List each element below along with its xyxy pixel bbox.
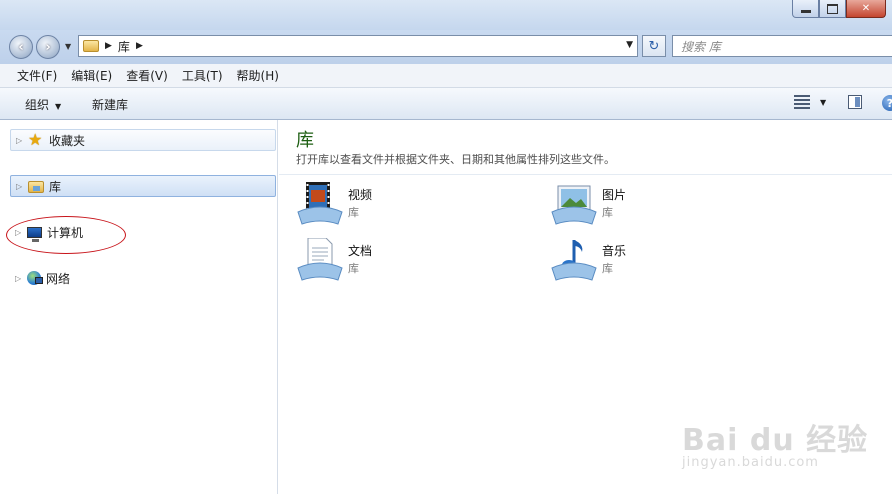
page-title: 库 — [296, 130, 314, 151]
forward-button[interactable]: › — [36, 35, 60, 59]
preview-pane-button[interactable] — [848, 95, 862, 109]
library-item-videos[interactable]: 视频 库 — [296, 182, 536, 232]
command-bar: 组织 ▼ 新建库 ▼ ? — [0, 88, 892, 120]
videos-library-icon — [297, 182, 343, 225]
library-type: 库 — [348, 262, 359, 275]
refresh-button[interactable]: ↻ — [642, 35, 666, 57]
window-controls: ✕ — [792, 0, 886, 20]
library-name: 图片 — [602, 188, 627, 202]
menu-bar: 文件(F) 编辑(E) 查看(V) 工具(T) 帮助(H) — [0, 64, 892, 88]
preview-pane-icon — [848, 95, 862, 109]
library-type: 库 — [348, 206, 359, 219]
minimize-button[interactable] — [792, 0, 819, 18]
nav-item-libraries[interactable]: ▷ 库 — [10, 175, 276, 197]
views-icon — [794, 95, 810, 109]
minimize-icon — [800, 10, 811, 13]
library-name: 视频 — [348, 188, 373, 202]
address-bar[interactable]: ▶ 库 ▶ ▼ — [78, 35, 638, 57]
annotation-ellipse — [6, 216, 126, 254]
expand-arrow-icon[interactable]: ▷ — [16, 182, 24, 191]
refresh-icon: ↻ — [648, 38, 660, 54]
recent-pages-dropdown[interactable]: ▼ — [65, 42, 71, 51]
nav-item-network[interactable]: ▷ 网络 — [10, 267, 276, 289]
address-row: ‹ › ▼ ▶ 库 ▶ ▼ ↻ 搜索 库 — [0, 30, 892, 64]
favorites-star-icon: ★ — [28, 130, 43, 149]
library-item-documents[interactable]: 文档 库 — [296, 238, 536, 288]
nav-item-label: 网络 — [46, 271, 71, 286]
help-button[interactable]: ? — [882, 95, 892, 111]
help-icon: ? — [882, 95, 892, 111]
forward-arrow-icon: › — [45, 39, 51, 55]
search-placeholder: 搜索 库 — [681, 39, 721, 54]
library-item-music[interactable]: 音乐 库 — [550, 238, 790, 288]
menu-file[interactable]: 文件(F) — [10, 67, 64, 84]
network-icon — [27, 271, 43, 285]
page-description: 打开库以查看文件并根据文件夹、日期和其他属性排列这些文件。 — [296, 153, 615, 166]
organize-label: 组织 — [25, 98, 50, 112]
chevron-down-icon: ▼ — [55, 102, 62, 111]
search-input[interactable]: 搜索 库 — [672, 35, 892, 57]
music-library-icon — [551, 240, 597, 281]
expand-arrow-icon[interactable]: ▷ — [15, 274, 23, 283]
chevron-down-icon: ▼ — [820, 97, 827, 107]
watermark-url: jingyan.baidu.com — [682, 455, 819, 470]
nav-item-favorites[interactable]: ▷ ★ 收藏夹 — [10, 129, 276, 151]
documents-library-icon — [297, 238, 343, 281]
breadcrumb-chevron-icon[interactable]: ▶ — [105, 41, 112, 51]
close-button[interactable]: ✕ — [846, 0, 886, 18]
new-library-button[interactable]: 新建库 — [92, 96, 128, 113]
nav-item-label: 库 — [49, 179, 62, 194]
maximize-icon — [827, 3, 838, 14]
nav-item-label: 收藏夹 — [49, 133, 86, 148]
breadcrumb-library[interactable]: 库 — [118, 38, 130, 55]
back-arrow-icon: ‹ — [18, 39, 24, 55]
libraries-icon — [28, 181, 44, 193]
library-name: 文档 — [348, 244, 373, 258]
back-button[interactable]: ‹ — [9, 35, 33, 59]
new-library-label: 新建库 — [92, 98, 129, 112]
menu-edit[interactable]: 编辑(E) — [64, 67, 119, 84]
address-dropdown-icon[interactable]: ▼ — [626, 40, 633, 50]
library-folder-icon — [83, 40, 99, 52]
pictures-library-icon — [551, 185, 597, 225]
library-item-pictures[interactable]: 图片 库 — [550, 182, 790, 232]
library-name: 音乐 — [602, 244, 627, 258]
library-type: 库 — [602, 262, 613, 275]
change-view-button[interactable]: ▼ — [794, 95, 826, 109]
menu-tools[interactable]: 工具(T) — [175, 67, 230, 84]
breadcrumb-chevron-icon[interactable]: ▶ — [136, 41, 143, 51]
divider — [279, 174, 892, 175]
close-icon: ✕ — [861, 3, 871, 14]
organize-button[interactable]: 组织 ▼ — [25, 96, 61, 113]
menu-help[interactable]: 帮助(H) — [230, 67, 286, 84]
navigation-pane: ▷ ★ 收藏夹 ▷ 库 ▷ 计算机 ▷ 网络 — [0, 120, 278, 494]
watermark-logo-text: Bai du 经验 — [682, 423, 869, 458]
maximize-button[interactable] — [819, 0, 846, 18]
expand-arrow-icon[interactable]: ▷ — [16, 136, 24, 145]
menu-view[interactable]: 查看(V) — [119, 67, 175, 84]
library-type: 库 — [602, 206, 613, 219]
title-bar: ✕ — [0, 0, 892, 30]
baidu-watermark: Bai du 经验 jingyan.baidu.com — [682, 415, 869, 470]
